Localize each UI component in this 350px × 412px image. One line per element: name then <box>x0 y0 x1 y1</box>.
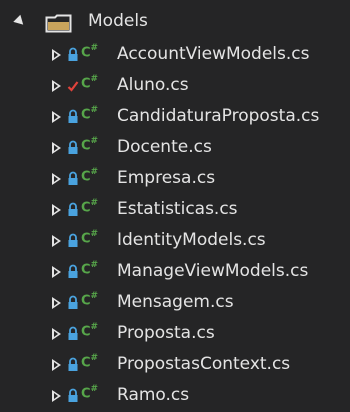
csharp-file-icon: C# <box>81 167 98 185</box>
lock-icon <box>68 357 78 371</box>
csharp-file-icon: C# <box>81 43 98 61</box>
expand-arrow-icon[interactable] <box>52 49 61 61</box>
csharp-file-icon: C# <box>81 291 98 309</box>
file-label: IdentityModels.cs <box>117 230 266 250</box>
file-label: Aluno.cs <box>117 75 189 95</box>
lock-icon <box>68 171 78 185</box>
csharp-file-icon: C# <box>81 229 98 247</box>
expand-arrow-icon[interactable] <box>52 235 61 247</box>
file-label: ManageViewModels.cs <box>117 261 309 281</box>
csharp-file-icon: C# <box>81 105 98 123</box>
expand-arrow-icon[interactable] <box>52 80 61 92</box>
file-node[interactable]: C# Ramo.cs <box>0 381 350 411</box>
lock-icon <box>68 140 78 154</box>
csharp-file-icon: C# <box>81 353 98 371</box>
expand-arrow-icon[interactable] <box>52 390 61 402</box>
file-node[interactable]: C# Empresa.cs <box>0 164 350 194</box>
expand-arrow-icon[interactable] <box>52 266 61 278</box>
file-node[interactable]: C# ManageViewModels.cs <box>0 257 350 287</box>
file-label: Estatisticas.cs <box>117 199 238 219</box>
csharp-file-icon: C# <box>81 322 98 340</box>
folder-label: Models <box>88 11 148 31</box>
lock-icon <box>68 388 78 402</box>
lock-icon <box>68 264 78 278</box>
file-label: Docente.cs <box>117 137 212 157</box>
folder-node-models[interactable]: Models <box>0 8 350 38</box>
expand-arrow-icon[interactable] <box>52 328 61 340</box>
file-label: AccountViewModels.cs <box>117 44 310 64</box>
file-node[interactable]: C# Estatisticas.cs <box>0 195 350 225</box>
file-label: CandidaturaProposta.cs <box>117 106 320 126</box>
csharp-file-icon: C# <box>81 136 98 154</box>
file-label: PropostasContext.cs <box>117 354 291 374</box>
file-label: Proposta.cs <box>117 323 215 343</box>
lock-icon <box>68 202 78 216</box>
expand-arrow-icon[interactable] <box>52 204 61 216</box>
expand-arrow-icon[interactable] <box>52 297 61 309</box>
file-label: Empresa.cs <box>117 168 216 188</box>
file-node[interactable]: C# AccountViewModels.cs <box>0 40 350 70</box>
lock-icon <box>68 109 78 123</box>
expand-arrow-icon[interactable] <box>52 173 61 185</box>
csharp-file-icon: C# <box>81 198 98 216</box>
file-label: Mensagem.cs <box>117 292 234 312</box>
csharp-file-icon: C# <box>81 260 98 278</box>
expand-arrow-icon[interactable] <box>52 111 61 123</box>
lock-icon <box>68 47 78 61</box>
file-label: Ramo.cs <box>117 385 190 405</box>
solution-explorer-panel: Models C# AccountViewModels.cs C# Aluno.cs C… <box>0 0 350 412</box>
folder-icon <box>45 14 72 33</box>
file-node[interactable]: C# IdentityModels.cs <box>0 226 350 256</box>
csharp-file-icon: C# <box>81 384 98 402</box>
collapse-arrow-icon[interactable] <box>13 14 27 29</box>
checkmark-icon <box>67 81 79 92</box>
lock-icon <box>68 233 78 247</box>
file-node[interactable]: C# CandidaturaProposta.cs <box>0 102 350 132</box>
lock-icon <box>68 326 78 340</box>
file-node[interactable]: C# Docente.cs <box>0 133 350 163</box>
file-node[interactable]: C# Proposta.cs <box>0 319 350 349</box>
expand-arrow-icon[interactable] <box>52 142 61 154</box>
file-node[interactable]: C# Mensagem.cs <box>0 288 350 318</box>
expand-arrow-icon[interactable] <box>52 359 61 371</box>
csharp-file-icon: C# <box>81 74 98 92</box>
file-node[interactable]: C# Aluno.cs <box>0 71 350 101</box>
file-node[interactable]: C# PropostasContext.cs <box>0 350 350 380</box>
lock-icon <box>68 295 78 309</box>
